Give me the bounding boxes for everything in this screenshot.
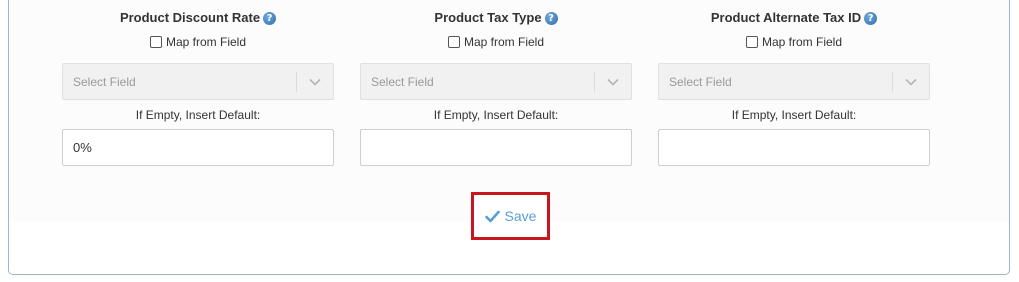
column-title-text: Product Tax Type bbox=[434, 10, 542, 25]
check-icon bbox=[484, 210, 500, 222]
column-title: Product Discount Rate? bbox=[62, 10, 334, 25]
default-value-label: If Empty, Insert Default: bbox=[433, 108, 559, 122]
default-value-label: If Empty, Insert Default: bbox=[135, 108, 261, 122]
column-title-text: Product Alternate Tax ID bbox=[710, 10, 862, 25]
help-icon[interactable]: ? bbox=[544, 12, 558, 25]
default-value-input[interactable] bbox=[62, 129, 334, 166]
map-from-field-label: Map from Field bbox=[463, 35, 545, 49]
save-button[interactable]: Save bbox=[474, 195, 547, 237]
select-divider bbox=[892, 72, 893, 92]
default-value-input[interactable] bbox=[360, 129, 632, 166]
chevron-down-icon[interactable] bbox=[606, 75, 620, 89]
checkbox-box[interactable] bbox=[447, 36, 460, 48]
map-from-field-checkbox[interactable]: Map from Field bbox=[62, 35, 334, 49]
select-placeholder: Select Field bbox=[669, 75, 732, 89]
map-from-field-checkbox[interactable]: Map from Field bbox=[360, 35, 632, 49]
select-divider bbox=[296, 72, 297, 92]
select-placeholder: Select Field bbox=[371, 75, 434, 89]
chevron-down-icon[interactable] bbox=[904, 75, 918, 89]
select-placeholder: Select Field bbox=[73, 75, 136, 89]
select-divider bbox=[594, 72, 595, 92]
help-icon[interactable]: ? bbox=[864, 12, 878, 25]
checkbox-box[interactable] bbox=[745, 36, 758, 48]
column-title: Product Alternate Tax ID? bbox=[658, 10, 930, 25]
select-field-dropdown[interactable]: Select Field bbox=[62, 63, 334, 100]
checkbox-box[interactable] bbox=[149, 36, 162, 48]
default-value-label: If Empty, Insert Default: bbox=[731, 108, 857, 122]
save-button-highlight: Save bbox=[471, 192, 550, 240]
select-field-dropdown[interactable]: Select Field bbox=[658, 63, 930, 100]
save-label: Save bbox=[504, 208, 537, 224]
map-from-field-label: Map from Field bbox=[761, 35, 843, 49]
panel-body: Product Discount Rate? Map from Field Se… bbox=[9, 0, 1009, 221]
select-field-dropdown[interactable]: Select Field bbox=[360, 63, 632, 100]
chevron-down-icon[interactable] bbox=[308, 75, 322, 89]
settings-panel: Product Discount Rate? Map from Field Se… bbox=[8, 0, 1010, 275]
default-value-input[interactable] bbox=[658, 129, 930, 166]
map-from-field-checkbox[interactable]: Map from Field bbox=[658, 35, 930, 49]
map-from-field-label: Map from Field bbox=[165, 35, 247, 49]
column-title-text: Product Discount Rate bbox=[119, 10, 261, 25]
column-title: Product Tax Type? bbox=[360, 10, 632, 25]
help-icon[interactable]: ? bbox=[263, 12, 277, 25]
